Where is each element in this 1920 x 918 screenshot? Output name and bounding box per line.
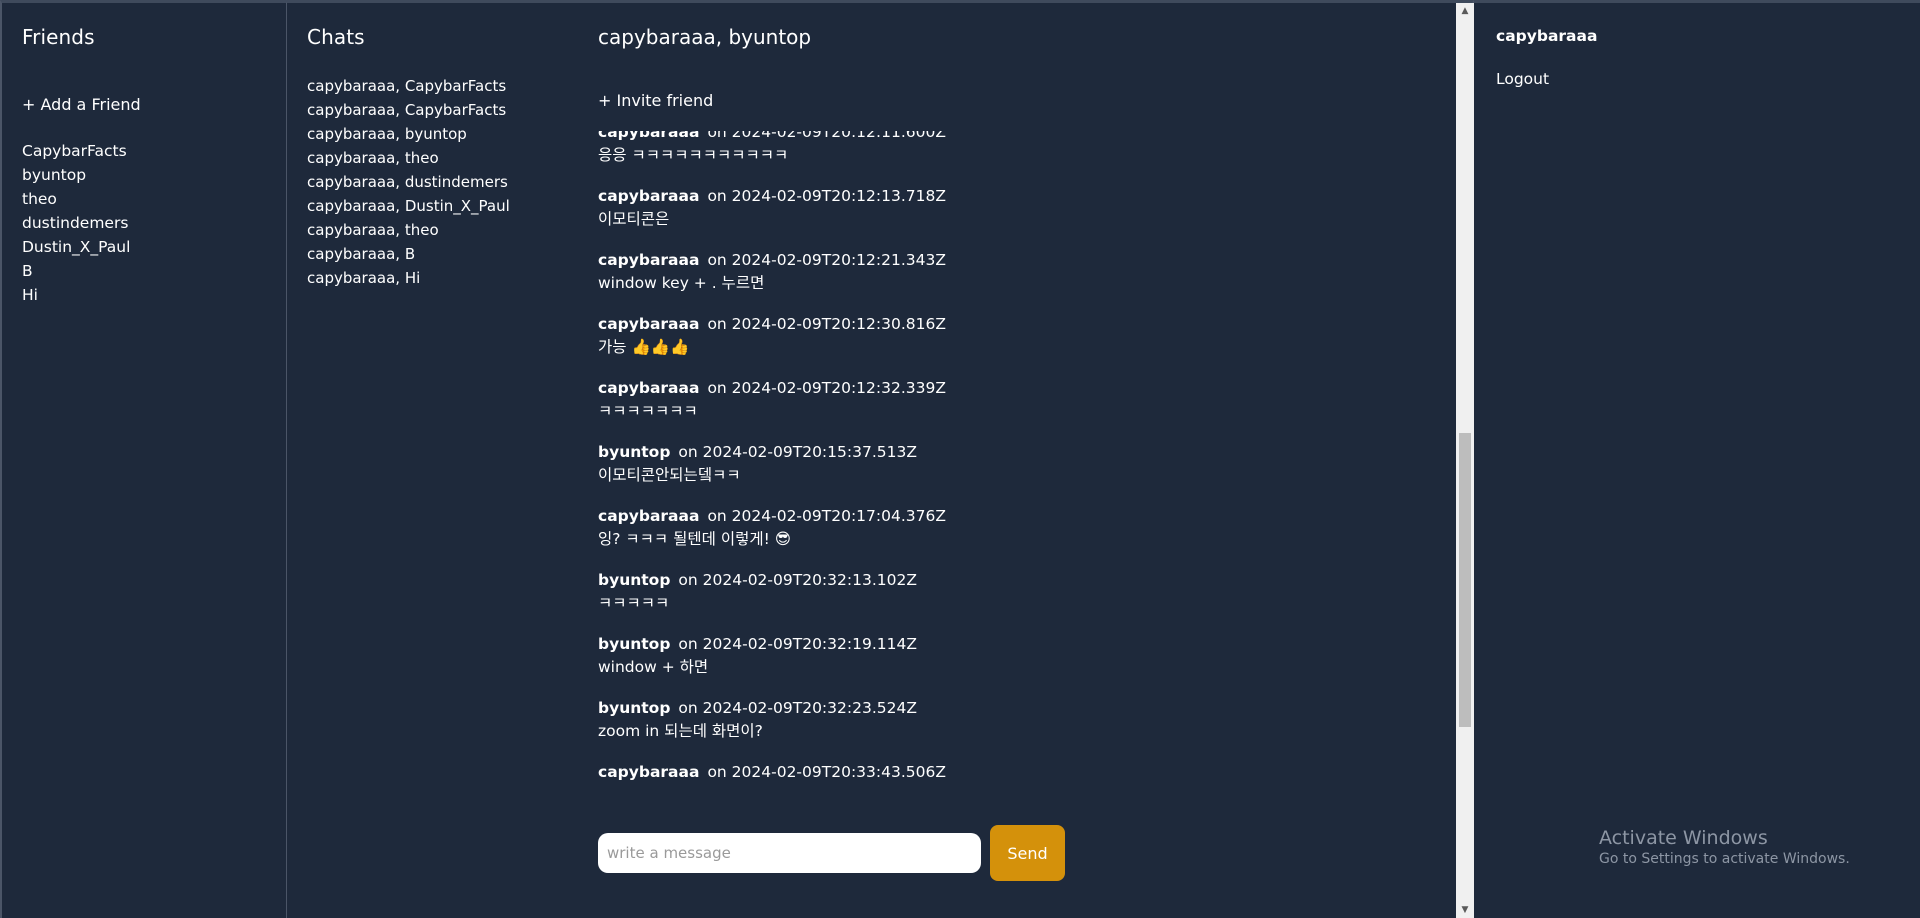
chat-list-item[interactable]: capybaraaa, theo	[307, 218, 510, 242]
message-item: capybaraaa on 2024-02-09T20:12:11.600Z 응응 …	[598, 131, 1438, 185]
message-timestamp: on 2024-02-09T20:17:04.376Z	[707, 507, 946, 525]
message-author: capybaraaa	[598, 507, 700, 525]
chat-title: capybaraaa, byuntop	[598, 25, 812, 49]
message-meta: byuntop on 2024-02-09T20:15:37.513Z	[598, 441, 1438, 463]
message-item: byuntop on 2024-02-09T20:32:19.114Z window…	[598, 633, 1438, 697]
message-text: ㅋㅋㅋㅋㅋ	[598, 594, 670, 612]
user-panel: capybaraaa Logout	[1474, 0, 1920, 918]
message-text: 응응 ㅋㅋㅋㅋㅋㅋㅋㅋㅋㅋㅋ	[598, 146, 789, 164]
friend-item[interactable]: B	[22, 259, 130, 283]
current-username: capybaraaa	[1496, 27, 1598, 45]
chat-list-item[interactable]: capybaraaa, byuntop	[307, 122, 510, 146]
chat-list-item[interactable]: capybaraaa, B	[307, 242, 510, 266]
chat-list-item[interactable]: capybaraaa, Dustin_X_Paul	[307, 194, 510, 218]
chats-panel: Chats capybaraaa, CapybarFacts capybaraa…	[287, 0, 577, 918]
message-text: window key + . 누르면	[598, 274, 765, 292]
message-author: capybaraaa	[598, 251, 700, 269]
message-meta: capybaraaa on 2024-02-09T20:12:30.816Z	[598, 313, 1438, 335]
message-author: capybaraaa	[598, 187, 700, 205]
message-text: 잉? ㅋㅋㅋ 될텐데 이렇게! 😎	[598, 530, 791, 548]
message-timestamp: on 2024-02-09T20:15:37.513Z	[678, 443, 917, 461]
message-text: 가능 👍👍👍	[598, 338, 690, 356]
message-item: byuntop on 2024-02-09T20:32:13.102Z ㅋㅋㅋㅋㅋ	[598, 569, 1438, 633]
message-author: capybaraaa	[598, 131, 700, 141]
message-timestamp: on 2024-02-09T20:12:32.339Z	[707, 379, 946, 397]
message-text: 이모티콘안되는뎈ㅋㅋ	[598, 466, 741, 484]
message-meta: byuntop on 2024-02-09T20:32:13.102Z	[598, 569, 1438, 591]
send-button[interactable]: Send	[990, 825, 1065, 881]
chat-scrollbar[interactable]: ▲ ▼	[1456, 3, 1474, 918]
message-text: zoom in 되는데 화면이?	[598, 722, 763, 740]
message-meta: byuntop on 2024-02-09T20:32:19.114Z	[598, 633, 1438, 655]
chat-list: capybaraaa, CapybarFacts capybaraaa, Cap…	[307, 74, 510, 290]
message-meta: capybaraaa on 2024-02-09T20:12:32.339Z	[598, 377, 1438, 399]
message-input[interactable]	[598, 833, 981, 873]
message-timestamp: on 2024-02-09T20:32:23.524Z	[678, 699, 917, 717]
chat-list-item[interactable]: capybaraaa, dustindemers	[307, 170, 510, 194]
friend-item[interactable]: CapybarFacts	[22, 139, 130, 163]
message-list-content: capybaraaa on 2024-02-09T20:12:11.600Z 응응 …	[598, 131, 1438, 787]
chats-title: Chats	[307, 25, 365, 49]
message-timestamp: on 2024-02-09T20:32:19.114Z	[678, 635, 917, 653]
logout-button[interactable]: Logout	[1496, 70, 1549, 88]
message-author: byuntop	[598, 635, 671, 653]
message-text: 이모티콘은	[598, 210, 670, 228]
message-meta: capybaraaa on 2024-02-09T20:12:21.343Z	[598, 249, 1438, 271]
message-timestamp: on 2024-02-09T20:12:21.343Z	[707, 251, 946, 269]
message-author: byuntop	[598, 699, 671, 717]
message-item: byuntop on 2024-02-09T20:32:23.524Z zoom i…	[598, 697, 1438, 761]
friend-item[interactable]: Dustin_X_Paul	[22, 235, 130, 259]
friend-list: CapybarFacts byuntop theo dustindemers D…	[22, 139, 130, 307]
message-timestamp: on 2024-02-09T20:12:30.816Z	[707, 315, 946, 333]
message-meta: capybaraaa on 2024-02-09T20:33:43.506Z	[598, 761, 1438, 783]
message-item: capybaraaa on 2024-02-09T20:33:43.506Z	[598, 761, 1438, 787]
message-text	[598, 783, 1438, 787]
add-friend-button[interactable]: + Add a Friend	[22, 95, 141, 114]
message-composer: Send	[598, 825, 1098, 881]
message-item: capybaraaa on 2024-02-09T20:12:30.816Z 가능 …	[598, 313, 1438, 377]
friend-item[interactable]: byuntop	[22, 163, 130, 187]
chat-list-item[interactable]: capybaraaa, CapybarFacts	[307, 98, 510, 122]
chat-list-item[interactable]: capybaraaa, Hi	[307, 266, 510, 290]
message-item: byuntop on 2024-02-09T20:15:37.513Z 이모티콘안되…	[598, 441, 1438, 505]
message-meta: capybaraaa on 2024-02-09T20:17:04.376Z	[598, 505, 1438, 527]
message-item: capybaraaa on 2024-02-09T20:12:32.339Z ㅋㅋㅋ…	[598, 377, 1438, 441]
scroll-thumb[interactable]	[1459, 433, 1471, 727]
message-text: ㅋㅋㅋㅋㅋㅋㅋ	[598, 402, 698, 420]
chat-panel: capybaraaa, byuntop + Invite friend capy…	[574, 0, 1474, 918]
scroll-up-arrow-icon[interactable]: ▲	[1456, 3, 1474, 19]
scroll-down-arrow-icon[interactable]: ▼	[1456, 902, 1474, 918]
friends-title: Friends	[22, 25, 95, 49]
message-timestamp: on 2024-02-09T20:12:11.600Z	[707, 131, 946, 141]
chat-list-item[interactable]: capybaraaa, theo	[307, 146, 510, 170]
app-root: Friends + Add a Friend CapybarFacts byun…	[0, 0, 1920, 918]
message-text: window + 하면	[598, 658, 709, 676]
message-item: capybaraaa on 2024-02-09T20:12:21.343Z win…	[598, 249, 1438, 313]
message-meta: capybaraaa on 2024-02-09T20:12:13.718Z	[598, 185, 1438, 207]
friend-item[interactable]: Hi	[22, 283, 130, 307]
message-author: byuntop	[598, 443, 671, 461]
message-author: byuntop	[598, 571, 671, 589]
invite-friend-button[interactable]: + Invite friend	[598, 91, 713, 110]
message-timestamp: on 2024-02-09T20:33:43.506Z	[707, 763, 946, 781]
message-timestamp: on 2024-02-09T20:12:13.718Z	[707, 187, 946, 205]
friend-item[interactable]: dustindemers	[22, 211, 130, 235]
message-author: capybaraaa	[598, 315, 700, 333]
message-meta: capybaraaa on 2024-02-09T20:12:11.600Z	[598, 131, 1438, 143]
chat-list-item[interactable]: capybaraaa, CapybarFacts	[307, 74, 510, 98]
message-author: capybaraaa	[598, 379, 700, 397]
friend-item[interactable]: theo	[22, 187, 130, 211]
message-item: capybaraaa on 2024-02-09T20:17:04.376Z 잉? …	[598, 505, 1438, 569]
message-list[interactable]: capybaraaa on 2024-02-09T20:12:11.600Z 응응 …	[598, 131, 1438, 787]
message-meta: byuntop on 2024-02-09T20:32:23.524Z	[598, 697, 1438, 719]
message-author: capybaraaa	[598, 763, 700, 781]
message-timestamp: on 2024-02-09T20:32:13.102Z	[678, 571, 917, 589]
friends-panel: Friends + Add a Friend CapybarFacts byun…	[0, 0, 289, 918]
message-item: capybaraaa on 2024-02-09T20:12:13.718Z 이모티…	[598, 185, 1438, 249]
